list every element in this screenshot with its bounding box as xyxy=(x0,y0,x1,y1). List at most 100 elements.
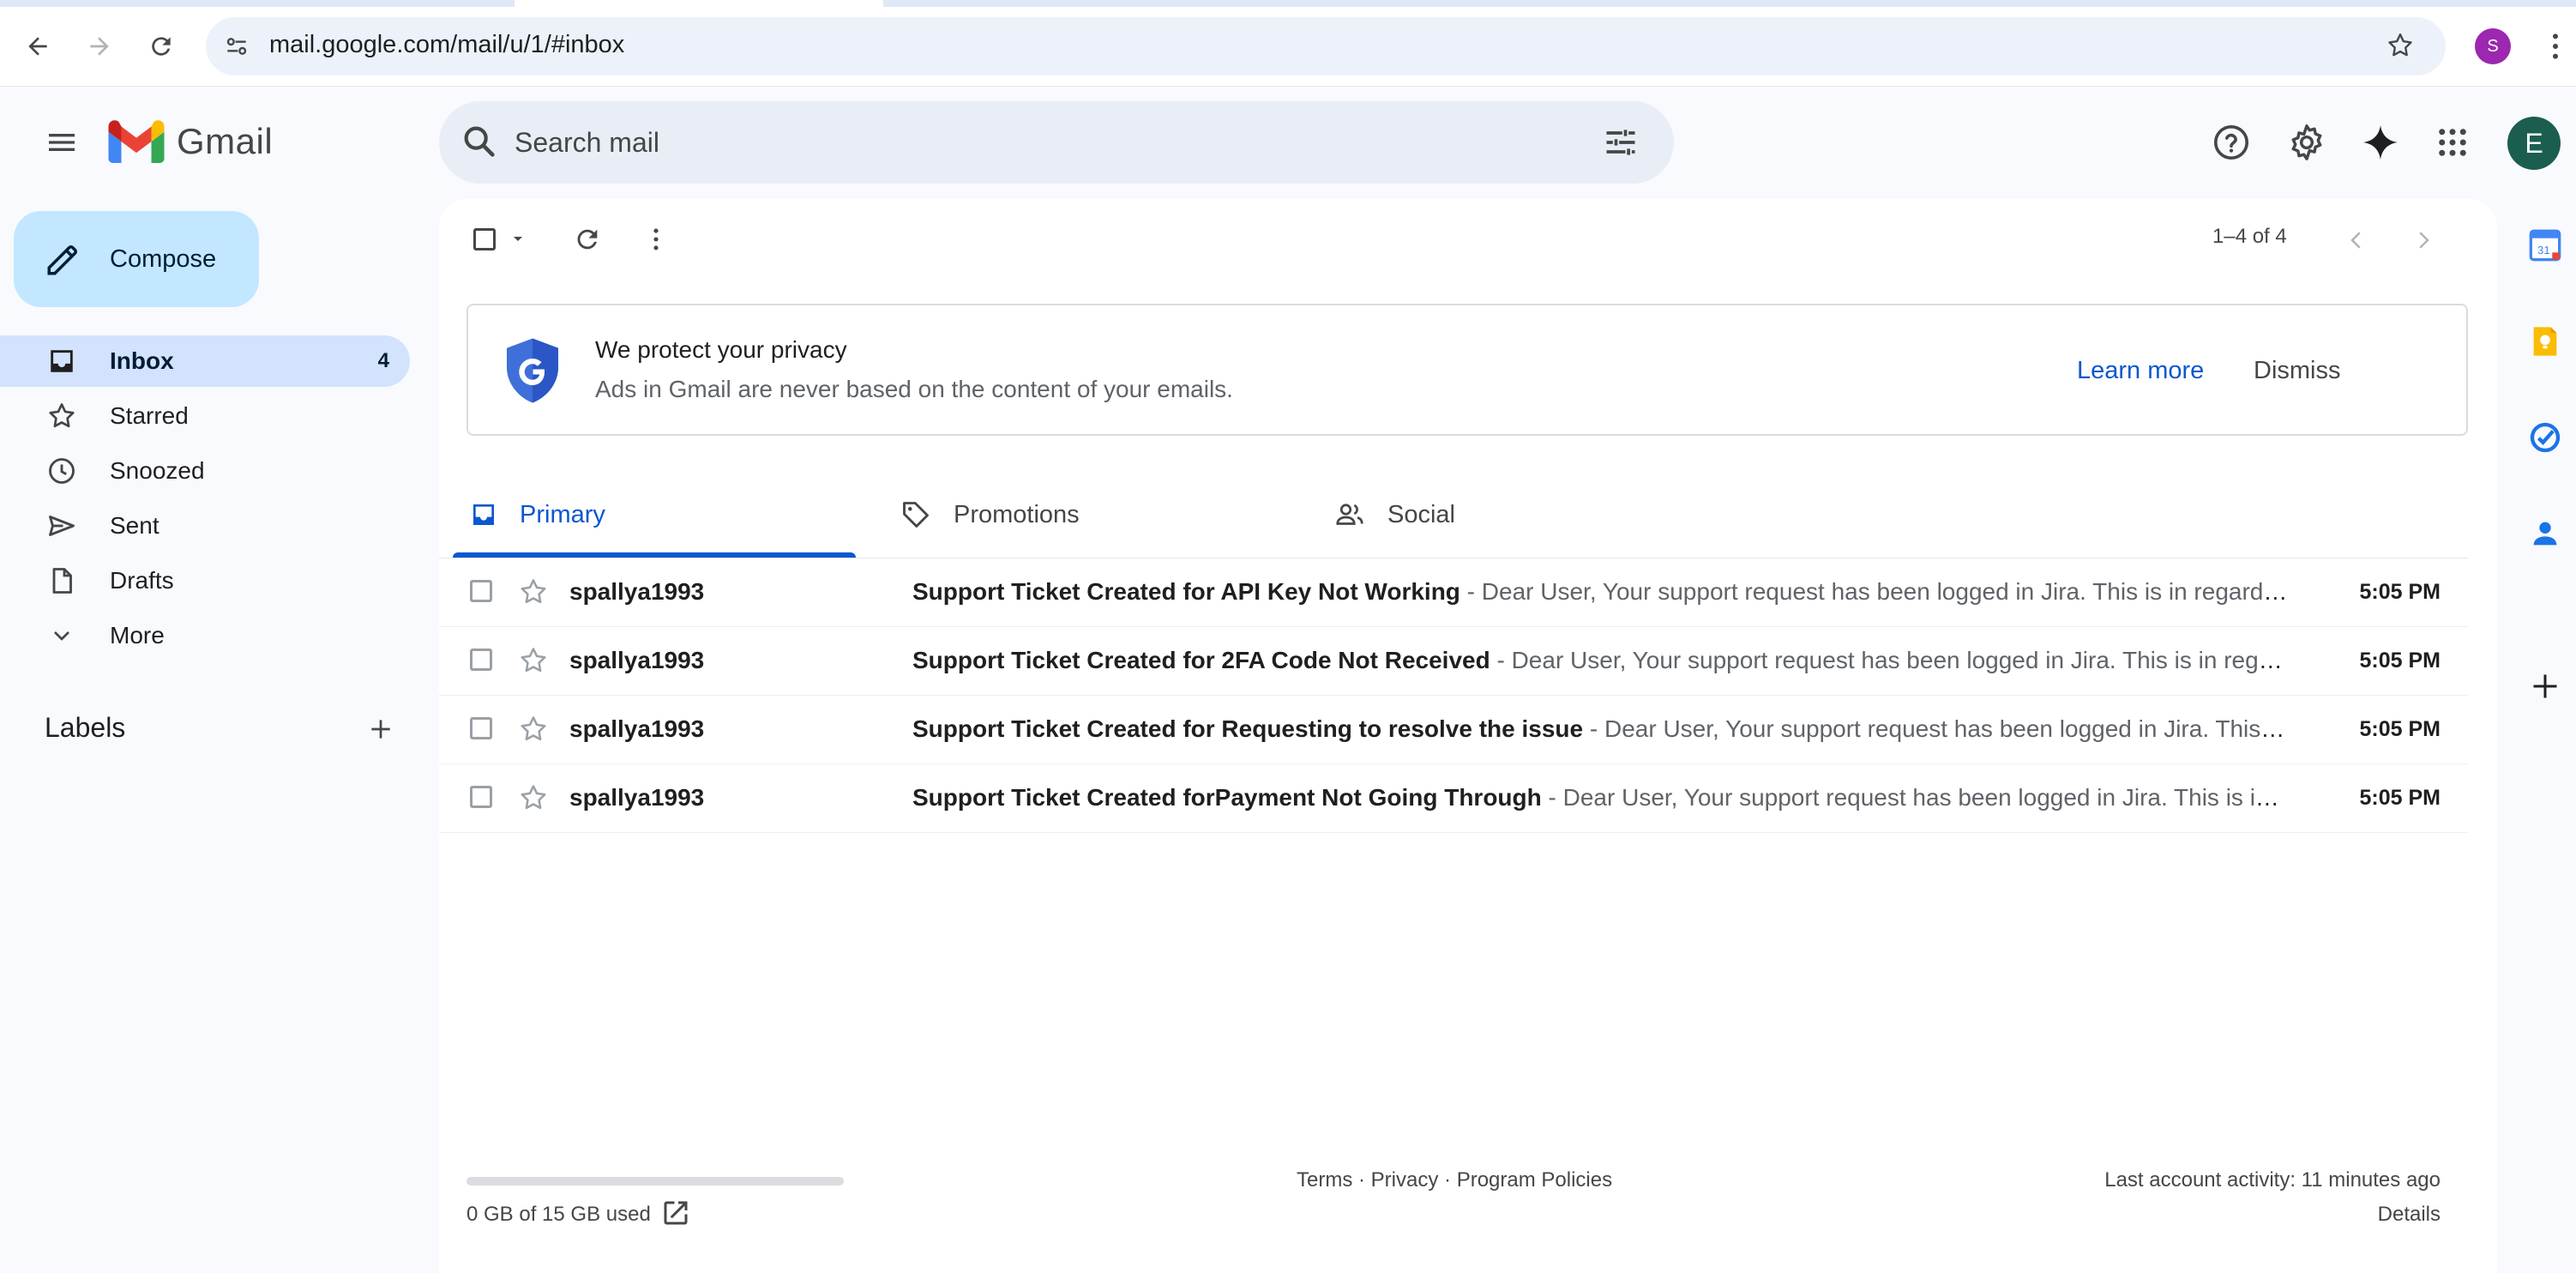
tasks-app-button[interactable] xyxy=(2525,417,2566,458)
sparkle-icon xyxy=(2362,124,2398,160)
browser-profile-avatar[interactable]: S xyxy=(2475,28,2511,64)
email-time: 5:05 PM xyxy=(2359,717,2441,741)
storage-usage: 0 GB of 15 GB used xyxy=(466,1203,651,1226)
gear-icon xyxy=(2291,124,2322,160)
settings-button[interactable] xyxy=(2283,118,2331,166)
clock-icon xyxy=(45,456,79,486)
sidebar-item-drafts[interactable]: Drafts xyxy=(0,555,410,606)
footer-links: Terms · Privacy · Program Policies xyxy=(1297,1168,1612,1192)
refresh-button[interactable] xyxy=(566,218,609,261)
tab-primary[interactable]: Primary xyxy=(470,470,605,559)
pagination-label: 1–4 of 4 xyxy=(2212,225,2287,248)
keep-icon xyxy=(2533,327,2557,356)
google-apps-button[interactable] xyxy=(2429,118,2477,166)
support-button[interactable] xyxy=(2207,118,2255,166)
select-all-checkbox[interactable] xyxy=(463,218,506,261)
email-content: Support Ticket Created forPayment Not Go… xyxy=(912,784,2288,811)
details-link[interactable]: Details xyxy=(2378,1203,2441,1227)
search-icon[interactable] xyxy=(460,122,499,161)
email-content: Support Ticket Created for API Key Not W… xyxy=(912,578,2288,606)
email-row[interactable]: spallya1993 Support Ticket Created forPa… xyxy=(439,763,2468,833)
learn-more-link[interactable]: Learn more xyxy=(2077,357,2204,385)
row-checkbox[interactable] xyxy=(470,786,492,808)
compose-label: Compose xyxy=(110,244,217,273)
unread-count: 4 xyxy=(377,349,389,372)
forward-button[interactable] xyxy=(79,26,120,67)
tab-strip xyxy=(0,0,2576,7)
more-actions-button[interactable] xyxy=(635,218,677,261)
contacts-app-button[interactable] xyxy=(2525,513,2566,554)
star-icon[interactable] xyxy=(518,576,549,607)
sidebar-item-snoozed[interactable]: Snoozed xyxy=(0,445,410,497)
site-settings-icon[interactable] xyxy=(223,33,250,60)
arrow-right-icon xyxy=(90,37,109,56)
dismiss-button[interactable]: Dismiss xyxy=(2254,357,2341,385)
sidebar-item-sent[interactable]: Sent xyxy=(0,500,410,552)
email-subject: Support Ticket Created for API Key Not W… xyxy=(912,578,1460,605)
browser-menu-button[interactable] xyxy=(2538,29,2573,63)
keep-app-button[interactable] xyxy=(2525,321,2566,362)
sidebar-item-more[interactable]: More xyxy=(0,610,410,661)
privacy-banner: We protect your privacy Ads in Gmail are… xyxy=(466,304,2468,436)
star-icon[interactable] xyxy=(518,714,549,745)
select-menu-button[interactable] xyxy=(504,225,532,252)
chevron-down-icon xyxy=(45,622,79,649)
tab-label: Promotions xyxy=(954,500,1080,528)
search-bar[interactable]: Search mail xyxy=(439,101,1674,184)
browser-toolbar: mail.google.com/mail/u/1/#inbox S xyxy=(0,0,2576,87)
sidebar-item-label: Drafts xyxy=(110,567,174,594)
gemini-button[interactable] xyxy=(2356,118,2404,166)
tasks-icon xyxy=(2530,422,2561,453)
sidebar-item-inbox[interactable]: Inbox 4 xyxy=(0,335,410,387)
tab-social[interactable]: Social xyxy=(1334,470,1455,559)
more-vert-icon xyxy=(2553,33,2558,59)
row-checkbox[interactable] xyxy=(470,649,492,671)
open-in-new-icon[interactable] xyxy=(660,1198,691,1228)
program-policies-link[interactable]: Program Policies xyxy=(1457,1168,1612,1192)
newer-page-button[interactable] xyxy=(2338,221,2375,259)
address-bar[interactable]: mail.google.com/mail/u/1/#inbox xyxy=(206,17,2446,75)
privacy-link[interactable]: Privacy xyxy=(1371,1168,1439,1192)
main-menu-button[interactable] xyxy=(38,122,86,163)
email-subject: Support Ticket Created forPayment Not Go… xyxy=(912,784,1542,811)
send-icon xyxy=(45,510,79,541)
link-separator: · xyxy=(1352,1168,1371,1192)
star-icon[interactable] xyxy=(518,645,549,676)
email-snippet: - Dear User, Your support request has be… xyxy=(1548,784,2288,811)
terms-link[interactable]: Terms xyxy=(1297,1168,1352,1192)
tab-promotions[interactable]: Promotions xyxy=(900,470,1080,559)
bookmark-star-icon[interactable] xyxy=(2386,31,2415,60)
calendar-app-button[interactable]: 31 xyxy=(2525,225,2566,266)
older-page-button[interactable] xyxy=(2404,221,2442,259)
gmail-logo[interactable]: Gmail xyxy=(108,120,273,163)
reload-button[interactable] xyxy=(141,26,182,67)
calendar-day: 31 xyxy=(2537,244,2550,256)
row-checkbox[interactable] xyxy=(470,717,492,739)
compose-button[interactable]: Compose xyxy=(14,211,259,307)
star-icon[interactable] xyxy=(518,782,549,813)
email-row[interactable]: spallya1993 Support Ticket Created for 2… xyxy=(439,626,2468,696)
email-row[interactable]: spallya1993 Support Ticket Created for R… xyxy=(439,695,2468,764)
privacy-title: We protect your privacy xyxy=(595,336,847,363)
inbox-icon xyxy=(45,347,79,376)
email-snippet: - Dear User, Your support request has be… xyxy=(1466,578,2288,605)
chevron-left-icon xyxy=(2350,232,2361,249)
row-checkbox[interactable] xyxy=(470,580,492,602)
sidebar-item-label: More xyxy=(110,622,165,649)
account-avatar[interactable]: E xyxy=(2507,117,2561,170)
search-options-icon[interactable] xyxy=(1602,124,1640,161)
hamburger-menu-icon xyxy=(49,134,75,151)
email-row[interactable]: spallya1993 Support Ticket Created for A… xyxy=(439,558,2468,627)
search-input[interactable]: Search mail xyxy=(515,127,659,159)
create-label-button[interactable] xyxy=(360,709,401,750)
email-sender: spallya1993 xyxy=(569,647,705,673)
plus-icon xyxy=(371,720,390,739)
sidebar-item-label: Snoozed xyxy=(110,457,205,484)
get-addons-button[interactable] xyxy=(2525,666,2566,707)
sidebar-item-starred[interactable]: Starred xyxy=(0,390,410,442)
reload-icon xyxy=(152,37,171,56)
tag-icon xyxy=(900,499,931,530)
back-button[interactable] xyxy=(17,26,58,67)
draft-icon xyxy=(45,565,79,596)
url-text[interactable]: mail.google.com/mail/u/1/#inbox xyxy=(269,31,624,59)
